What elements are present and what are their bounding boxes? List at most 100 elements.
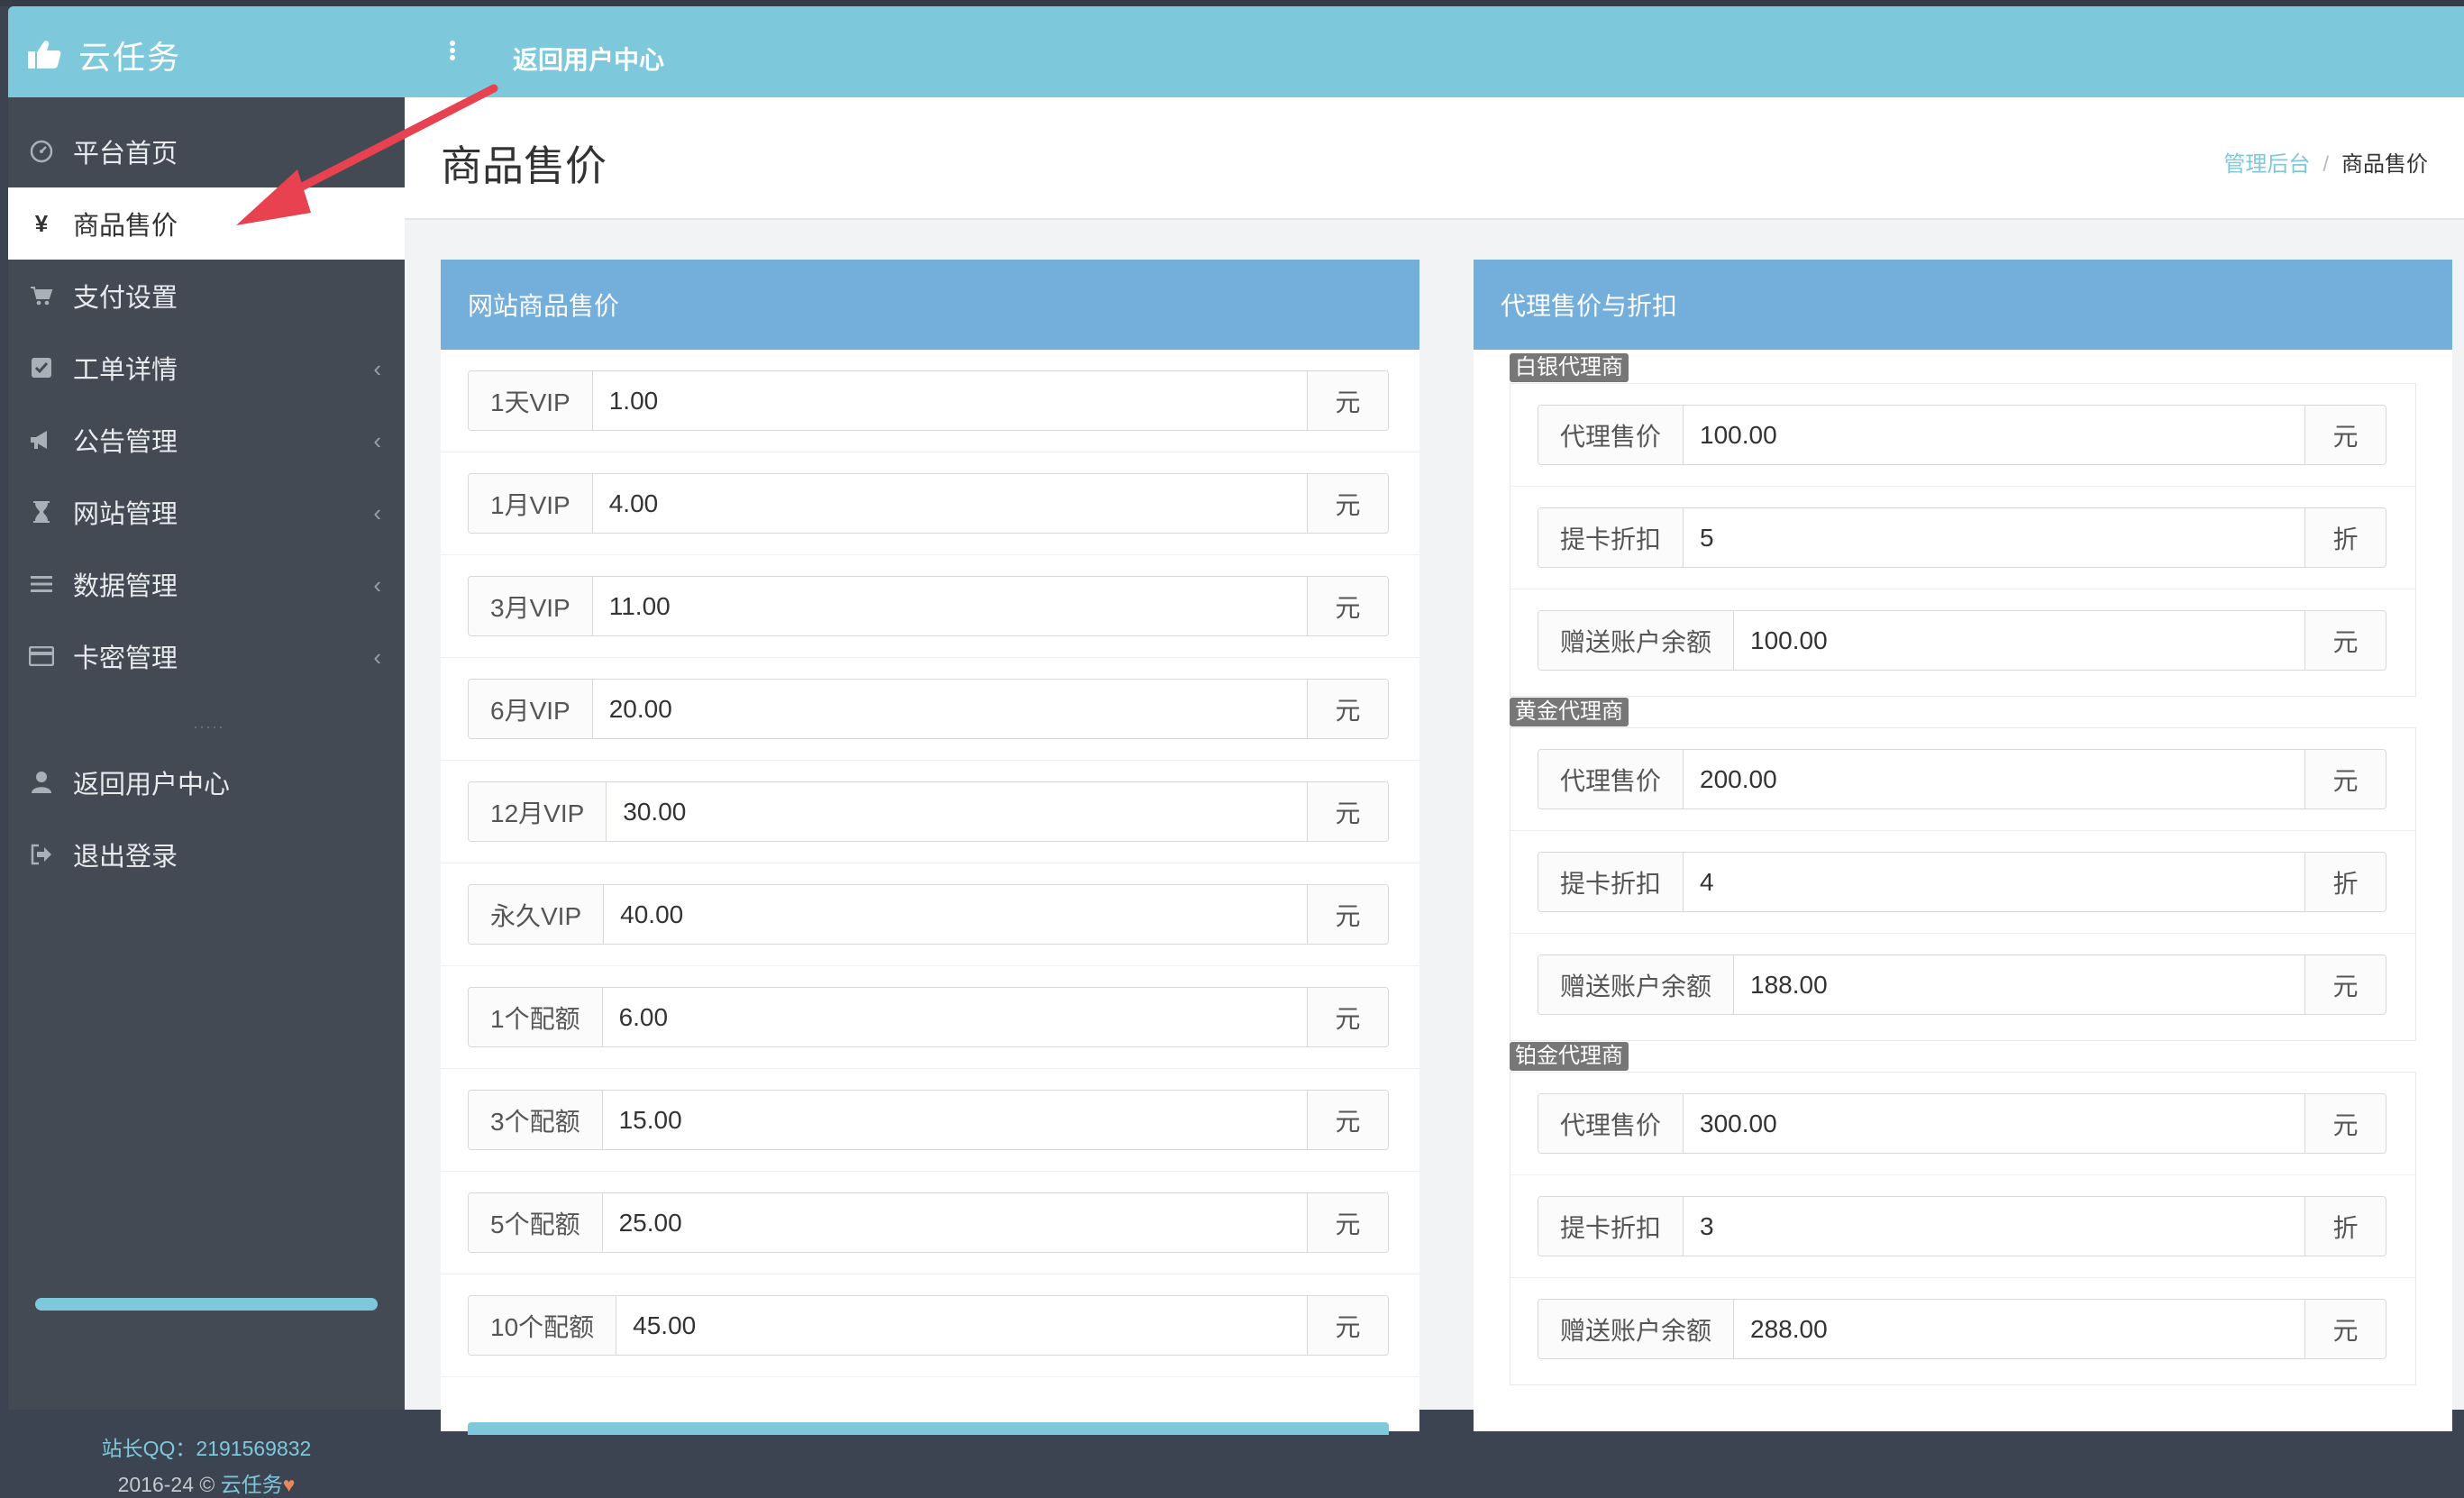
copyright-brand-link[interactable]: 云任务 (221, 1473, 283, 1496)
breadcrumb-current: 商品售价 (2341, 152, 2428, 177)
tier-box: 代理售价 100.00 元提卡折扣 5 折赠送账户余额 100.00 元 (1510, 383, 2416, 697)
tier-row: 代理售价 300.00 元 (1510, 1073, 2415, 1175)
price-input[interactable]: 11.00 (592, 577, 1307, 635)
unit-label: 元 (1307, 1193, 1388, 1252)
sidebar-item-label: 数据管理 (73, 572, 178, 601)
sidebar-item-site-management[interactable]: 网站管理 ‹ (8, 476, 405, 548)
input-label: 提卡折扣 (1538, 508, 1684, 567)
price-row: 永久VIP 40.00 元 (441, 863, 1419, 966)
sign-out-icon (28, 841, 55, 868)
price-input[interactable]: 15.00 (602, 1091, 1307, 1149)
unit-label: 元 (2304, 406, 2386, 464)
input-group: 1个配额 6.00 元 (468, 987, 1389, 1047)
input-label: 1月VIP (469, 474, 593, 533)
sidebar-item-dashboard[interactable]: 平台首页 (8, 115, 405, 187)
price-input[interactable]: 4.00 (592, 474, 1307, 533)
checkbox-icon (28, 354, 55, 381)
tier-row: 赠送账户余额 288.00 元 (1510, 1278, 2415, 1381)
back-to-user-center-link[interactable]: 返回用户中心 (513, 41, 664, 77)
price-row: 10个配额 45.00 元 (441, 1274, 1419, 1377)
copyright-prefix: 2016-24 © (117, 1473, 221, 1496)
price-input[interactable]: 288.00 (1734, 1300, 2304, 1358)
sidebar: 平台首页 ¥ 商品售价 支付设置 工单详情 ‹ 公告管理 ‹ 网站管理 ‹ 数据… (8, 97, 410, 1496)
price-input[interactable]: 5 (1684, 508, 2304, 567)
unit-label: 元 (1307, 1296, 1388, 1355)
input-group: 3月VIP 11.00 元 (468, 576, 1389, 636)
unit-label: 折 (2304, 1197, 2386, 1256)
price-row: 1个配额 6.00 元 (441, 966, 1419, 1069)
price-input[interactable]: 200.00 (1684, 750, 2304, 808)
sidebar-toggle-icon[interactable] (445, 39, 460, 66)
input-group: 赠送账户余额 188.00 元 (1538, 955, 2386, 1015)
sidebar-item-tickets[interactable]: 工单详情 ‹ (8, 332, 405, 404)
input-group: 提卡折扣 4 折 (1538, 852, 2386, 912)
price-row: 1月VIP 4.00 元 (441, 452, 1419, 555)
breadcrumb-home-link[interactable]: 管理后台 (2223, 152, 2310, 177)
input-group: 1天VIP 1.00 元 (468, 370, 1389, 431)
input-group: 10个配额 45.00 元 (468, 1295, 1389, 1356)
input-label: 永久VIP (469, 885, 605, 944)
input-group: 代理售价 200.00 元 (1538, 749, 2386, 809)
sidebar-item-card-management[interactable]: 卡密管理 ‹ (8, 620, 405, 692)
tier-box: 代理售价 300.00 元提卡折扣 3 折赠送账户余额 288.00 元 (1510, 1072, 2416, 1385)
unit-label: 元 (2304, 1094, 2386, 1153)
input-group: 赠送账户余额 100.00 元 (1538, 610, 2386, 671)
input-label: 1天VIP (469, 371, 593, 430)
megaphone-icon (28, 426, 55, 453)
unit-label: 元 (2304, 955, 2386, 1014)
sidebar-item-back-user-center[interactable]: 返回用户中心 (8, 746, 405, 818)
sidebar-item-data-management[interactable]: 数据管理 ‹ (8, 548, 405, 620)
price-input[interactable]: 100.00 (1734, 611, 2304, 670)
copyright: 2016-24 © 云任务♥ (8, 1467, 405, 1498)
input-group: 5个配额 25.00 元 (468, 1192, 1389, 1253)
price-input[interactable]: 20.00 (592, 680, 1307, 738)
chevron-left-icon: ‹ (373, 571, 381, 598)
unit-label: 元 (1307, 474, 1388, 533)
sidebar-item-product-price[interactable]: ¥ 商品售价 (8, 187, 410, 260)
panel-title: 网站商品售价 (441, 260, 1419, 350)
price-input[interactable]: 6.00 (602, 988, 1307, 1046)
brand-title[interactable]: 云任务 (78, 32, 181, 78)
price-input[interactable]: 45.00 (616, 1296, 1307, 1355)
yen-icon: ¥ (34, 209, 49, 237)
input-label: 6月VIP (469, 680, 593, 738)
input-group: 永久VIP 40.00 元 (468, 884, 1389, 945)
sidebar-scrollbar[interactable] (35, 1298, 378, 1311)
price-input[interactable]: 100.00 (1684, 406, 2304, 464)
unit-label: 折 (2304, 508, 2386, 567)
unit-label: 元 (1307, 680, 1388, 738)
tier-badge: 白银代理商 (1510, 353, 1629, 382)
save-button[interactable] (468, 1422, 1389, 1435)
chevron-left-icon: ‹ (373, 644, 381, 671)
sidebar-item-announcements[interactable]: 公告管理 ‹ (8, 404, 405, 476)
tier-row: 赠送账户余额 188.00 元 (1510, 934, 2415, 1037)
main-content: 商品售价 管理后台 / 商品售价 网站商品售价 1天VIP 1.00 元 1月VIP 4.0… (405, 97, 2464, 1435)
sidebar-item-payment-settings[interactable]: 支付设置 (8, 260, 405, 332)
input-label: 代理售价 (1538, 750, 1684, 808)
price-input[interactable]: 30.00 (607, 782, 1307, 841)
input-label: 赠送账户余额 (1538, 955, 1735, 1014)
list-icon (28, 571, 55, 598)
breadcrumb: 管理后台 / 商品售价 (2223, 146, 2428, 178)
tier-row: 代理售价 200.00 元 (1510, 728, 2415, 831)
sidebar-item-label: 网站管理 (73, 500, 178, 529)
price-input[interactable]: 1.00 (592, 371, 1307, 430)
chevron-left-icon: ‹ (373, 499, 381, 526)
price-input[interactable]: 3 (1684, 1197, 2304, 1256)
price-row: 5个配额 25.00 元 (441, 1172, 1419, 1274)
price-input[interactable]: 40.00 (604, 885, 1307, 944)
price-row: 6月VIP 20.00 元 (441, 658, 1419, 761)
price-input[interactable]: 188.00 (1734, 955, 2304, 1014)
input-label: 1个配额 (469, 988, 603, 1046)
sidebar-item-logout[interactable]: 退出登录 (8, 818, 405, 891)
chevron-left-icon: ‹ (373, 427, 381, 454)
thumbs-up-icon (28, 41, 61, 69)
unit-label: 元 (2304, 611, 2386, 670)
sidebar-item-label: 商品售价 (73, 212, 178, 241)
price-input[interactable]: 300.00 (1684, 1094, 2304, 1153)
price-input[interactable]: 4 (1684, 853, 2304, 911)
website-prices-panel: 网站商品售价 1天VIP 1.00 元 1月VIP 4.00 元 3月VIP 11.00 元 6月… (441, 260, 1419, 1435)
unit-label: 元 (1307, 988, 1388, 1046)
price-input[interactable]: 25.00 (602, 1193, 1307, 1252)
window-top-edge (0, 0, 2464, 6)
